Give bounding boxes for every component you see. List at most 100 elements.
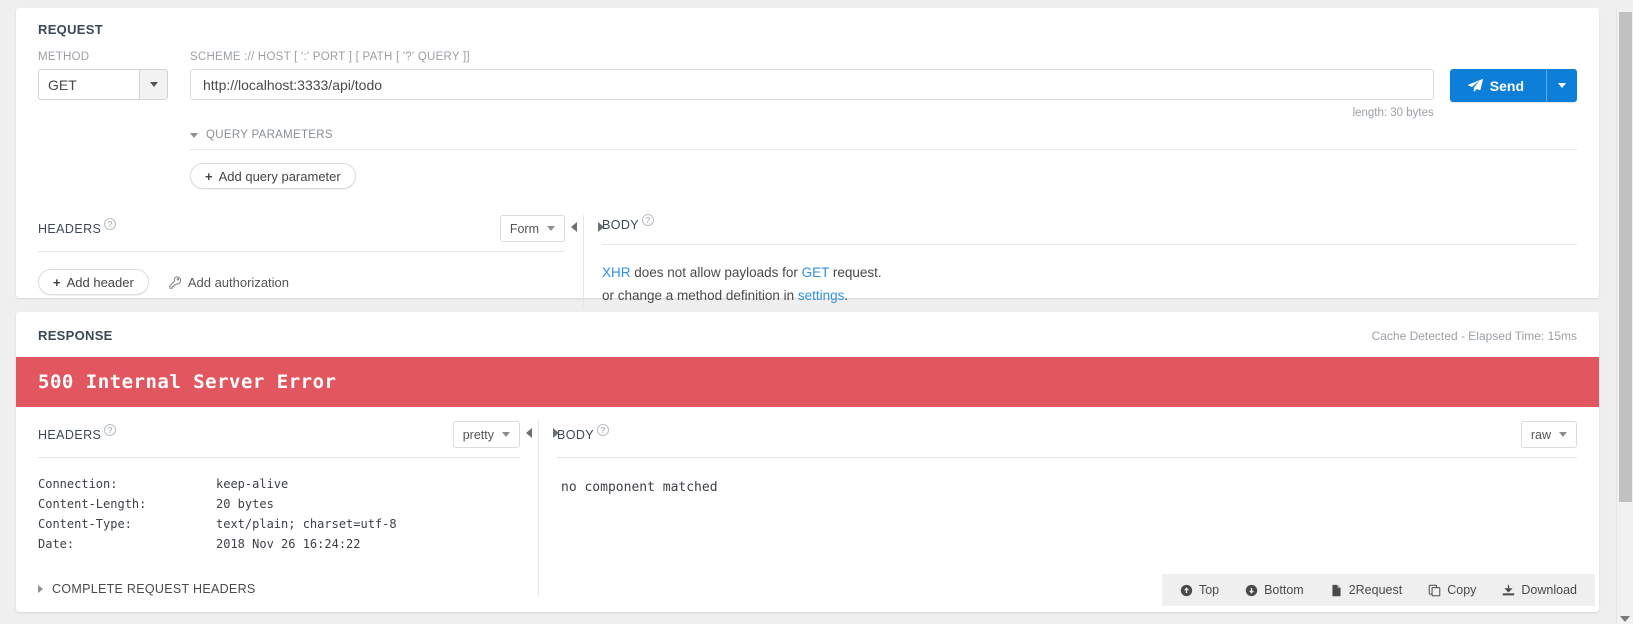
request-count-button[interactable]: 2Request: [1330, 583, 1402, 597]
send-dropdown-button[interactable]: [1546, 69, 1577, 102]
request-body-title: BODY: [602, 218, 640, 232]
collapse-right-icon[interactable]: [598, 222, 604, 232]
query-parameters-header[interactable]: QUERY PARAMETERS: [190, 129, 1577, 149]
send-button[interactable]: Send: [1450, 69, 1546, 102]
url-label: SCHEME :// HOST [ ':' PORT ] [ PATH [ '?…: [190, 51, 470, 63]
query-parameters-title: QUERY PARAMETERS: [206, 129, 333, 141]
header-key: Content-Length:: [38, 497, 147, 511]
request-panel: REQUEST METHOD GET SCHEME :// HOST [ ':'…: [16, 8, 1599, 307]
response-body-format-value: raw: [1530, 427, 1551, 442]
response-collapse-arrows: [526, 428, 559, 438]
response-headers-format-select[interactable]: pretty: [452, 421, 520, 448]
scrollbar-thumb[interactable]: [1619, 12, 1632, 502]
help-icon[interactable]: ?: [104, 217, 117, 230]
copy-button[interactable]: Copy: [1428, 583, 1476, 597]
add-query-parameter-button[interactable]: + Add query parameter: [190, 163, 356, 189]
chevron-down-icon: [547, 226, 555, 231]
response-body-format-select[interactable]: raw: [1520, 421, 1577, 448]
chevron-down-icon: [149, 82, 158, 87]
chevron-down-icon: [190, 132, 198, 138]
download-icon: [1502, 584, 1515, 597]
scroll-bottom-label: Bottom: [1264, 583, 1304, 597]
chevron-right-icon: [38, 585, 43, 593]
file-icon: [1330, 584, 1343, 597]
url-input[interactable]: http://localhost:3333/api/todo: [190, 69, 1434, 100]
add-authorization-label: Add authorization: [187, 274, 290, 290]
collapse-left-icon[interactable]: [571, 222, 577, 232]
response-headers-header: HEADERS ? pretty: [38, 421, 520, 458]
request-collapse-arrows: [571, 222, 604, 232]
request-body-text-4: .: [844, 288, 849, 303]
app-root: REQUEST METHOD GET SCHEME :// HOST [ ':'…: [0, 8, 1633, 624]
send-button-group[interactable]: Send: [1449, 69, 1577, 102]
response-body-title: BODY: [557, 427, 595, 442]
paper-plane-icon: [1467, 78, 1483, 93]
response-body-pane: BODY ? raw no component matched: [539, 421, 1577, 596]
get-link[interactable]: GET: [802, 265, 830, 280]
key-icon: [169, 275, 182, 289]
request-body-text-1: does not allow payloads for: [630, 265, 802, 280]
method-select[interactable]: GET: [38, 69, 168, 100]
request-headers-actions: + Add header Add authorization: [38, 269, 565, 295]
request-body-title-group: BODY ?: [602, 214, 655, 232]
request-headers-format-select[interactable]: Form: [499, 215, 565, 242]
header-key: Date:: [38, 537, 75, 551]
request-body-header: BODY ?: [602, 214, 1577, 245]
header-value: 2018 Nov 26 16:24:22: [216, 537, 361, 551]
response-header-row: RESPONSE Cache Detected - Elapsed Time: …: [16, 312, 1599, 357]
send-column: Send: [1449, 51, 1577, 102]
chevron-down-icon: [1558, 83, 1566, 88]
method-select-arrow[interactable]: [139, 70, 167, 99]
response-headers-title: HEADERS: [38, 427, 102, 442]
scroll-top-label: Top: [1198, 583, 1220, 597]
table-row: Connection: keep-alive: [38, 474, 397, 494]
request-headers-title: HEADERS: [38, 221, 102, 236]
add-query-parameter-label: Add query parameter: [218, 168, 341, 184]
response-headers-body-split: HEADERS ? pretty Connection: keep-alive: [16, 407, 1599, 596]
header-key: Content-Type:: [38, 517, 132, 531]
request-body-message-line2: or change a method definition in setting…: [602, 284, 1577, 307]
header-value: keep-alive: [216, 477, 289, 491]
copy-icon: [1428, 584, 1441, 597]
response-status-banner: 500 Internal Server Error: [16, 357, 1599, 407]
xhr-link[interactable]: XHR: [602, 265, 631, 280]
collapse-left-icon[interactable]: [526, 428, 532, 438]
request-headers-pane: HEADERS ? Form + Add header Add authoriz…: [38, 215, 583, 307]
request-body-text-3: or change a method definition in: [602, 288, 798, 303]
request-split-divider: [571, 215, 604, 307]
response-section-title: RESPONSE: [38, 328, 113, 343]
scroll-bottom-button[interactable]: Bottom: [1245, 583, 1304, 597]
scrollbar-down-arrow-icon[interactable]: [1620, 616, 1630, 622]
response-actions-toolbar: Top Bottom 2Request Copy Download: [1161, 574, 1595, 606]
table-row: Content-Length: 20 bytes: [38, 494, 397, 514]
help-icon[interactable]: ?: [597, 423, 610, 436]
request-body-message: XHR does not allow payloads for GET requ…: [602, 245, 1577, 307]
request-url-row: METHOD GET SCHEME :// HOST [ ':' PORT ] …: [38, 51, 1577, 119]
complete-request-headers-toggle[interactable]: COMPLETE REQUEST HEADERS: [38, 582, 520, 596]
response-panel: RESPONSE Cache Detected - Elapsed Time: …: [16, 312, 1599, 612]
page-scrollbar[interactable]: [1616, 8, 1633, 624]
method-column: METHOD GET: [38, 51, 168, 100]
method-label: METHOD: [38, 51, 90, 63]
help-icon[interactable]: ?: [642, 214, 655, 226]
query-parameters-section: QUERY PARAMETERS + Add query parameter: [190, 129, 1577, 189]
table-row: Date: 2018 Nov 26 16:24:22: [38, 534, 397, 554]
header-key: Connection:: [38, 477, 118, 491]
plus-icon: +: [205, 168, 213, 184]
plus-icon: +: [53, 274, 61, 290]
settings-link[interactable]: settings: [798, 288, 845, 303]
scroll-top-button[interactable]: Top: [1180, 583, 1219, 597]
response-headers-title-group: HEADERS ?: [38, 423, 117, 442]
help-icon[interactable]: ?: [104, 423, 117, 436]
response-body-content: no component matched: [561, 480, 718, 495]
query-parameters-divider: [190, 149, 1577, 150]
response-split-divider: [526, 421, 559, 596]
add-header-button[interactable]: + Add header: [38, 269, 149, 295]
add-authorization-button[interactable]: Add authorization: [169, 275, 289, 290]
download-button[interactable]: Download: [1502, 583, 1577, 597]
chevron-down-icon: [502, 432, 510, 437]
send-button-label: Send: [1489, 77, 1524, 94]
request-headers-body-split: HEADERS ? Form + Add header Add authoriz…: [38, 214, 1577, 307]
header-value: text/plain; charset=utf-8: [216, 517, 397, 531]
collapse-right-icon[interactable]: [553, 428, 559, 438]
